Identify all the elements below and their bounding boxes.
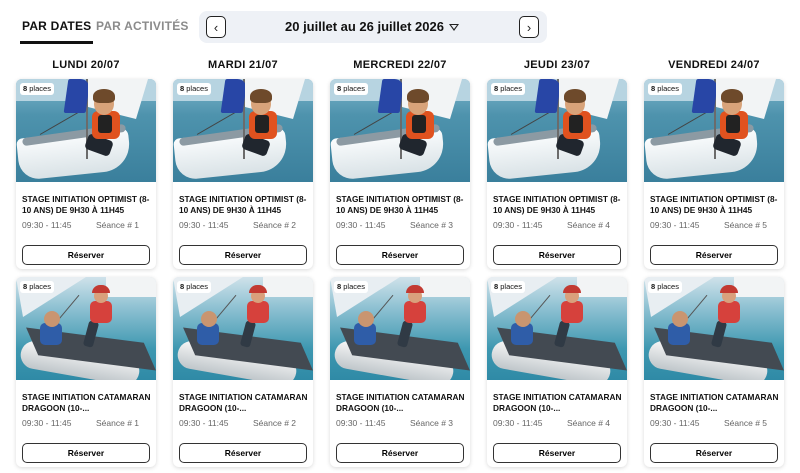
activity-time: 09:30 - 11:45: [493, 418, 543, 428]
places-badge: 8 places: [177, 83, 211, 95]
activity-time: 09:30 - 11:45: [650, 220, 700, 230]
activity-photo-catamaran: 8 places: [16, 277, 156, 380]
activity-meta: 09:30 - 11:45 Séance # 4: [493, 220, 621, 230]
activity-title: STAGE INITIATION OPTIMIST (8-10 ANS) DE …: [22, 194, 150, 215]
activity-card[interactable]: 8 places STAGE INITIATION OPTIMIST (8-10…: [173, 79, 313, 269]
activity-card[interactable]: 8 places STAGE INITIATION CATAMARAN DRAG…: [487, 277, 627, 467]
places-badge: 8 places: [648, 83, 682, 95]
activity-meta: 09:30 - 11:45 Séance # 3: [336, 418, 464, 428]
places-badge: 8 places: [491, 83, 525, 95]
activity-time: 09:30 - 11:45: [179, 418, 229, 428]
places-badge: 8 places: [334, 83, 368, 95]
reserve-button[interactable]: Réserver: [22, 443, 150, 463]
day-heading: MERCREDI 22/07: [353, 59, 447, 71]
activity-time: 09:30 - 11:45: [336, 418, 386, 428]
activity-session: Séance # 2: [253, 418, 297, 428]
reserve-button[interactable]: Réserver: [336, 443, 464, 463]
activity-card[interactable]: 8 places STAGE INITIATION CATAMARAN DRAG…: [173, 277, 313, 467]
activity-card[interactable]: 8 places STAGE INITIATION OPTIMIST (8-10…: [330, 79, 470, 269]
day-column: MERCREDI 22/07 8 places STAGE INITIATION…: [330, 50, 470, 467]
activity-title: STAGE INITIATION OPTIMIST (8-10 ANS) DE …: [179, 194, 307, 215]
activity-title: STAGE INITIATION OPTIMIST (8-10 ANS) DE …: [650, 194, 778, 215]
chevron-right-icon[interactable]: ›: [519, 16, 539, 38]
reserve-button[interactable]: Réserver: [179, 443, 307, 463]
activity-time: 09:30 - 11:45: [179, 220, 229, 230]
day-heading: MARDI 21/07: [208, 59, 278, 71]
activity-session: Séance # 1: [96, 220, 140, 230]
activity-photo-optimist: 8 places: [16, 79, 156, 182]
activity-session: Séance # 5: [724, 220, 768, 230]
date-navigator: ‹ 20 juillet au 26 juillet 2026 ›: [199, 11, 547, 43]
activity-photo-optimist: 8 places: [173, 79, 313, 182]
activity-card[interactable]: 8 places STAGE INITIATION CATAMARAN DRAG…: [16, 277, 156, 467]
activity-photo-catamaran: 8 places: [173, 277, 313, 380]
activity-title: STAGE INITIATION CATAMARAN DRAGOON (10-.…: [22, 392, 151, 413]
activity-card[interactable]: 8 places STAGE INITIATION OPTIMIST (8-10…: [16, 79, 156, 269]
reserve-button[interactable]: Réserver: [650, 245, 778, 265]
reserve-button[interactable]: Réserver: [22, 245, 150, 265]
activity-time: 09:30 - 11:45: [493, 220, 543, 230]
activity-meta: 09:30 - 11:45 Séance # 3: [336, 220, 464, 230]
chevron-left-icon[interactable]: ‹: [206, 16, 226, 38]
activity-card[interactable]: 8 places STAGE INITIATION OPTIMIST (8-10…: [644, 79, 784, 269]
reserve-button[interactable]: Réserver: [493, 443, 621, 463]
activity-session: Séance # 1: [96, 418, 140, 428]
reserve-button[interactable]: Réserver: [179, 245, 307, 265]
activity-title: STAGE INITIATION CATAMARAN DRAGOON (10-.…: [179, 392, 308, 413]
activity-time: 09:30 - 11:45: [22, 418, 72, 428]
tab-par-dates[interactable]: PAR DATES: [19, 19, 94, 44]
activity-photo-optimist: 8 places: [644, 79, 784, 182]
places-badge: 8 places: [20, 281, 54, 293]
day-column: LUNDI 20/07 8 places STAGE INITIATION OP…: [16, 50, 156, 467]
activity-meta: 09:30 - 11:45 Séance # 5: [650, 418, 778, 428]
activity-session: Séance # 5: [724, 418, 768, 428]
places-badge: 8 places: [491, 281, 525, 293]
activity-meta: 09:30 - 11:45 Séance # 2: [179, 418, 307, 428]
activity-photo-optimist: 8 places: [487, 79, 627, 182]
day-column: MARDI 21/07 8 places STAGE INITIATION OP…: [173, 50, 313, 467]
chevron-down-icon[interactable]: [449, 24, 459, 31]
activity-session: Séance # 4: [567, 220, 611, 230]
reserve-button[interactable]: Réserver: [493, 245, 621, 265]
places-badge: 8 places: [334, 281, 368, 293]
activity-meta: 09:30 - 11:45 Séance # 1: [22, 418, 150, 428]
activity-meta: 09:30 - 11:45 Séance # 1: [22, 220, 150, 230]
activity-title: STAGE INITIATION OPTIMIST (8-10 ANS) DE …: [493, 194, 621, 215]
date-range-label[interactable]: 20 juillet au 26 juillet 2026: [285, 19, 444, 34]
top-bar: PAR DATES PAR ACTIVITÉS ‹ 20 juillet au …: [0, 0, 800, 50]
activity-session: Séance # 4: [567, 418, 611, 428]
day-column: JEUDI 23/07 8 places STAGE INITIATION OP…: [487, 50, 627, 467]
activity-photo-catamaran: 8 places: [644, 277, 784, 380]
activity-time: 09:30 - 11:45: [650, 418, 700, 428]
activity-photo-optimist: 8 places: [330, 79, 470, 182]
activity-card[interactable]: 8 places STAGE INITIATION CATAMARAN DRAG…: [644, 277, 784, 467]
reserve-button[interactable]: Réserver: [336, 245, 464, 265]
activity-time: 09:30 - 11:45: [22, 220, 72, 230]
activity-session: Séance # 3: [410, 418, 454, 428]
day-heading: LUNDI 20/07: [52, 59, 120, 71]
places-badge: 8 places: [20, 83, 54, 95]
activity-card[interactable]: 8 places STAGE INITIATION OPTIMIST (8-10…: [487, 79, 627, 269]
activity-photo-catamaran: 8 places: [330, 277, 470, 380]
activity-title: STAGE INITIATION OPTIMIST (8-10 ANS) DE …: [336, 194, 464, 215]
day-heading: VENDREDI 24/07: [668, 59, 760, 71]
places-badge: 8 places: [177, 281, 211, 293]
activity-meta: 09:30 - 11:45 Séance # 5: [650, 220, 778, 230]
day-heading: JEUDI 23/07: [523, 59, 591, 71]
activity-meta: 09:30 - 11:45 Séance # 4: [493, 418, 621, 428]
activity-session: Séance # 2: [253, 220, 297, 230]
activity-meta: 09:30 - 11:45 Séance # 2: [179, 220, 307, 230]
activity-title: STAGE INITIATION CATAMARAN DRAGOON (10-.…: [493, 392, 622, 413]
activity-title: STAGE INITIATION CATAMARAN DRAGOON (10-.…: [336, 392, 465, 413]
places-badge: 8 places: [648, 281, 682, 293]
tab-par-activites[interactable]: PAR ACTIVITÉS: [96, 19, 189, 33]
activity-card[interactable]: 8 places STAGE INITIATION CATAMARAN DRAG…: [330, 277, 470, 467]
activity-title: STAGE INITIATION CATAMARAN DRAGOON (10-.…: [650, 392, 779, 413]
reserve-button[interactable]: Réserver: [650, 443, 778, 463]
activity-session: Séance # 3: [410, 220, 454, 230]
day-column: VENDREDI 24/07 8 places STAGE INITIATION…: [644, 50, 784, 467]
activity-photo-catamaran: 8 places: [487, 277, 627, 380]
activity-time: 09:30 - 11:45: [336, 220, 386, 230]
